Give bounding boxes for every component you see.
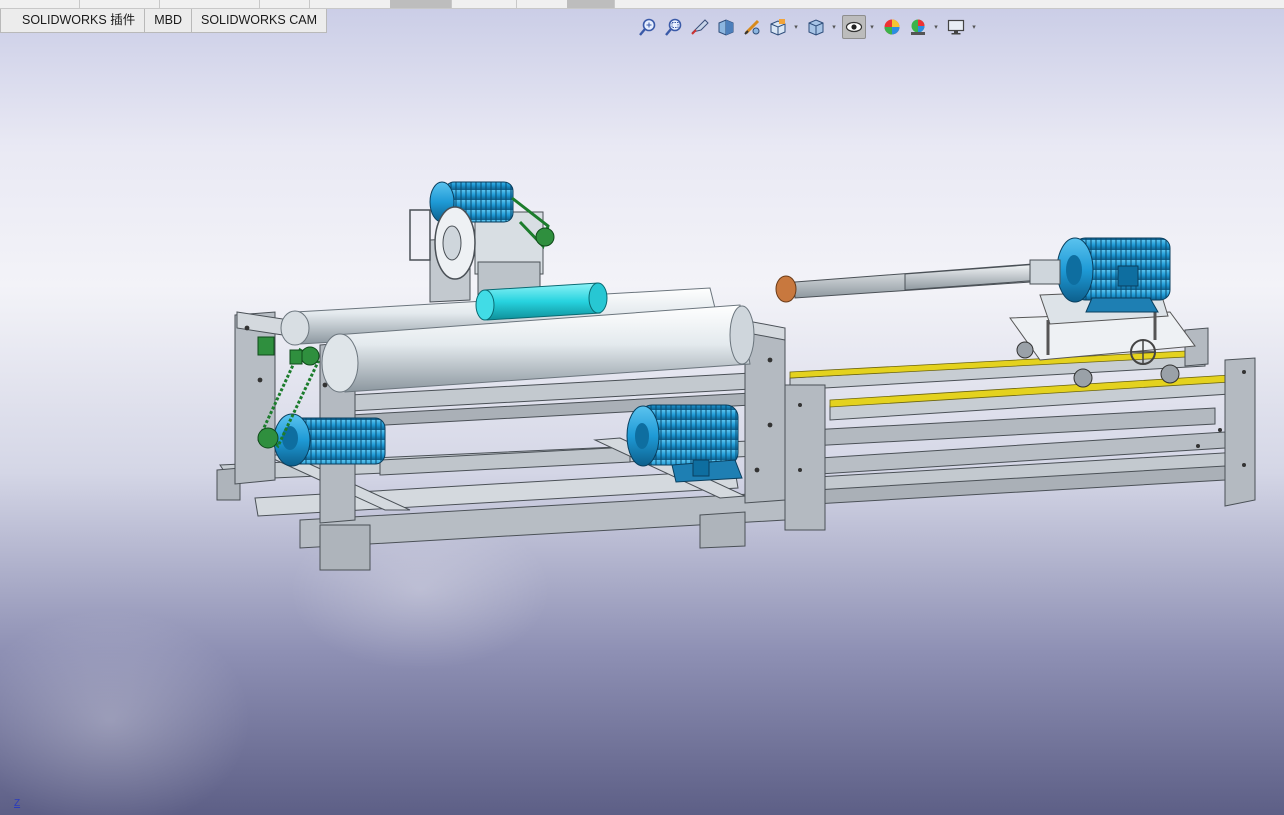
- background-glow: [0, 610, 250, 815]
- right-rail-frame[interactable]: [784, 327, 1256, 531]
- graphics-area[interactable]: [0, 0, 1284, 815]
- extension-shaft[interactable]: [775, 259, 1061, 303]
- axis-triad-z-label: Z: [14, 798, 21, 809]
- lower-drive-motor[interactable]: [626, 404, 743, 483]
- upper-drive-unit[interactable]: [409, 181, 555, 303]
